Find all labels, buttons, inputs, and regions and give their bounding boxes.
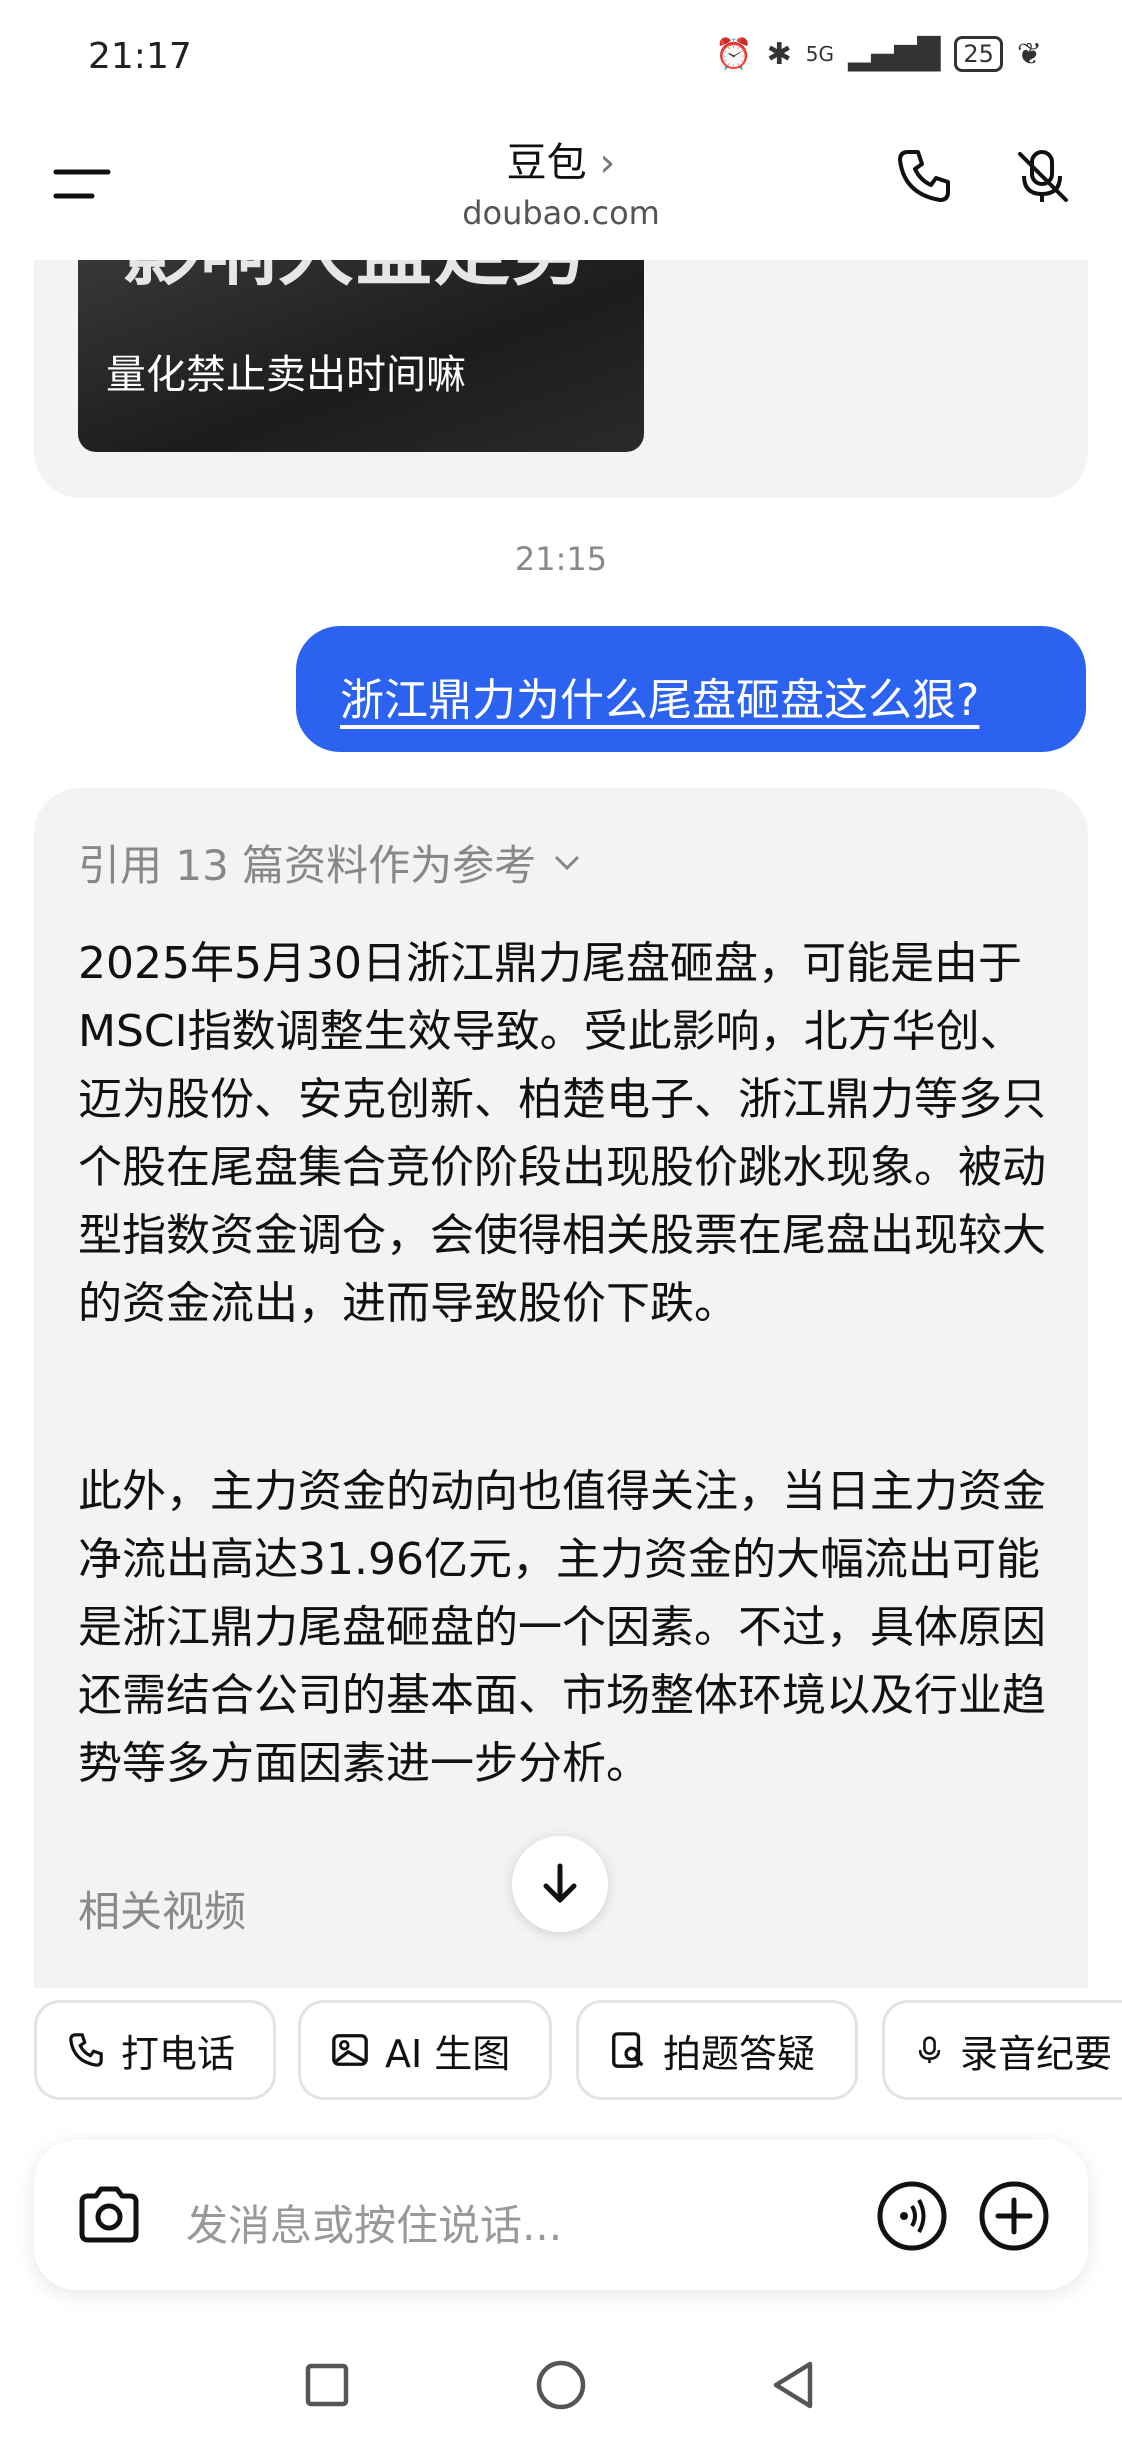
references-label: 引用 13 篇资料作为参考 bbox=[78, 841, 537, 890]
chip-label: AI 生图 bbox=[385, 2031, 511, 2076]
message-input[interactable]: 发消息或按住说话... bbox=[186, 2192, 562, 2253]
user-message-text[interactable]: 浙江鼎力为什么尾盘砸盘这么狠? bbox=[340, 664, 979, 728]
leaf-icon: ❦ bbox=[1016, 36, 1042, 72]
image-icon bbox=[332, 2034, 368, 2066]
chip-label: 打电话 bbox=[121, 2031, 236, 2076]
app-header: 豆包 › doubao.com bbox=[0, 110, 1122, 260]
related-videos-label: 相关视频 bbox=[78, 1887, 247, 1936]
recording-notes-chip[interactable]: 录音纪要 bbox=[882, 2000, 1122, 2100]
status-icons: ⏰ ✱ 5G ▂▄▆█ 25 ❦ bbox=[715, 36, 1042, 72]
microphone-icon bbox=[918, 2036, 941, 2064]
network-label: 5G bbox=[805, 42, 835, 66]
home-icon[interactable] bbox=[526, 2350, 596, 2420]
bluetooth-icon: ✱ bbox=[766, 36, 792, 72]
user-message-bubble[interactable]: 浙江鼎力为什么尾盘砸盘这么狠? bbox=[296, 626, 1086, 752]
phone-icon bbox=[69, 2033, 103, 2067]
alarm-icon: ⏰ bbox=[715, 36, 753, 72]
thumbnail-caption: 量化禁止卖出时间嘛 bbox=[106, 352, 466, 398]
answer-paragraph: 此外，主力资金的动向也值得关注，当日主力资金净流出高达31.96亿元，主力资金的… bbox=[78, 1466, 1046, 1789]
camera-icon[interactable] bbox=[74, 2180, 144, 2250]
message-input-bar: 发消息或按住说话... bbox=[34, 2140, 1088, 2290]
document-search-icon bbox=[612, 2032, 644, 2068]
status-bar: 21:17 ⏰ ✱ 5G ▂▄▆█ 25 ❦ bbox=[0, 0, 1122, 110]
message-timestamp: 21:15 bbox=[514, 540, 608, 578]
photo-question-chip[interactable]: 拍题答疑 bbox=[576, 2000, 858, 2100]
arrow-down-icon bbox=[543, 1863, 577, 1903]
chip-label: 录音纪要 bbox=[959, 2031, 1112, 2076]
system-nav-bar bbox=[0, 2330, 1122, 2442]
back-icon[interactable] bbox=[758, 2350, 828, 2420]
call-chip[interactable]: 打电话 bbox=[34, 2000, 276, 2100]
phone-icon[interactable] bbox=[894, 146, 954, 206]
quick-actions-row: 打电话 AI 生图 拍题答疑 录音纪要 bbox=[34, 2000, 1122, 2104]
signal-icon: ▂▄▆█ bbox=[848, 36, 941, 72]
video-thumbnail[interactable]: 影响大盘走势 量化禁止卖出时间嘛 bbox=[78, 230, 644, 452]
references-toggle[interactable]: 引用 13 篇资料作为参考 bbox=[78, 832, 582, 893]
status-time: 21:17 bbox=[88, 36, 192, 77]
chip-label: 拍题答疑 bbox=[663, 2031, 816, 2076]
chevron-right-icon: › bbox=[599, 140, 616, 186]
chevron-down-icon bbox=[555, 855, 580, 870]
ai-image-chip[interactable]: AI 生图 bbox=[298, 2000, 552, 2100]
mute-speaker-icon[interactable] bbox=[1012, 146, 1072, 206]
scroll-to-bottom-button[interactable] bbox=[512, 1836, 608, 1932]
answer-paragraph: 2025年5月30日浙江鼎力尾盘砸盘，可能是由于MSCI指数调整生效导致。受此影… bbox=[78, 938, 1046, 1329]
recent-apps-icon[interactable] bbox=[292, 2350, 362, 2420]
ai-answer-card: 引用 13 篇资料作为参考 2025年5月30日浙江鼎力尾盘砸盘，可能是由于MS… bbox=[34, 788, 1088, 1988]
voice-call-icon[interactable] bbox=[876, 2180, 948, 2252]
plus-icon[interactable] bbox=[978, 2180, 1050, 2252]
battery-indicator: 25 bbox=[954, 36, 1003, 72]
app-title[interactable]: 豆包 bbox=[507, 140, 587, 186]
